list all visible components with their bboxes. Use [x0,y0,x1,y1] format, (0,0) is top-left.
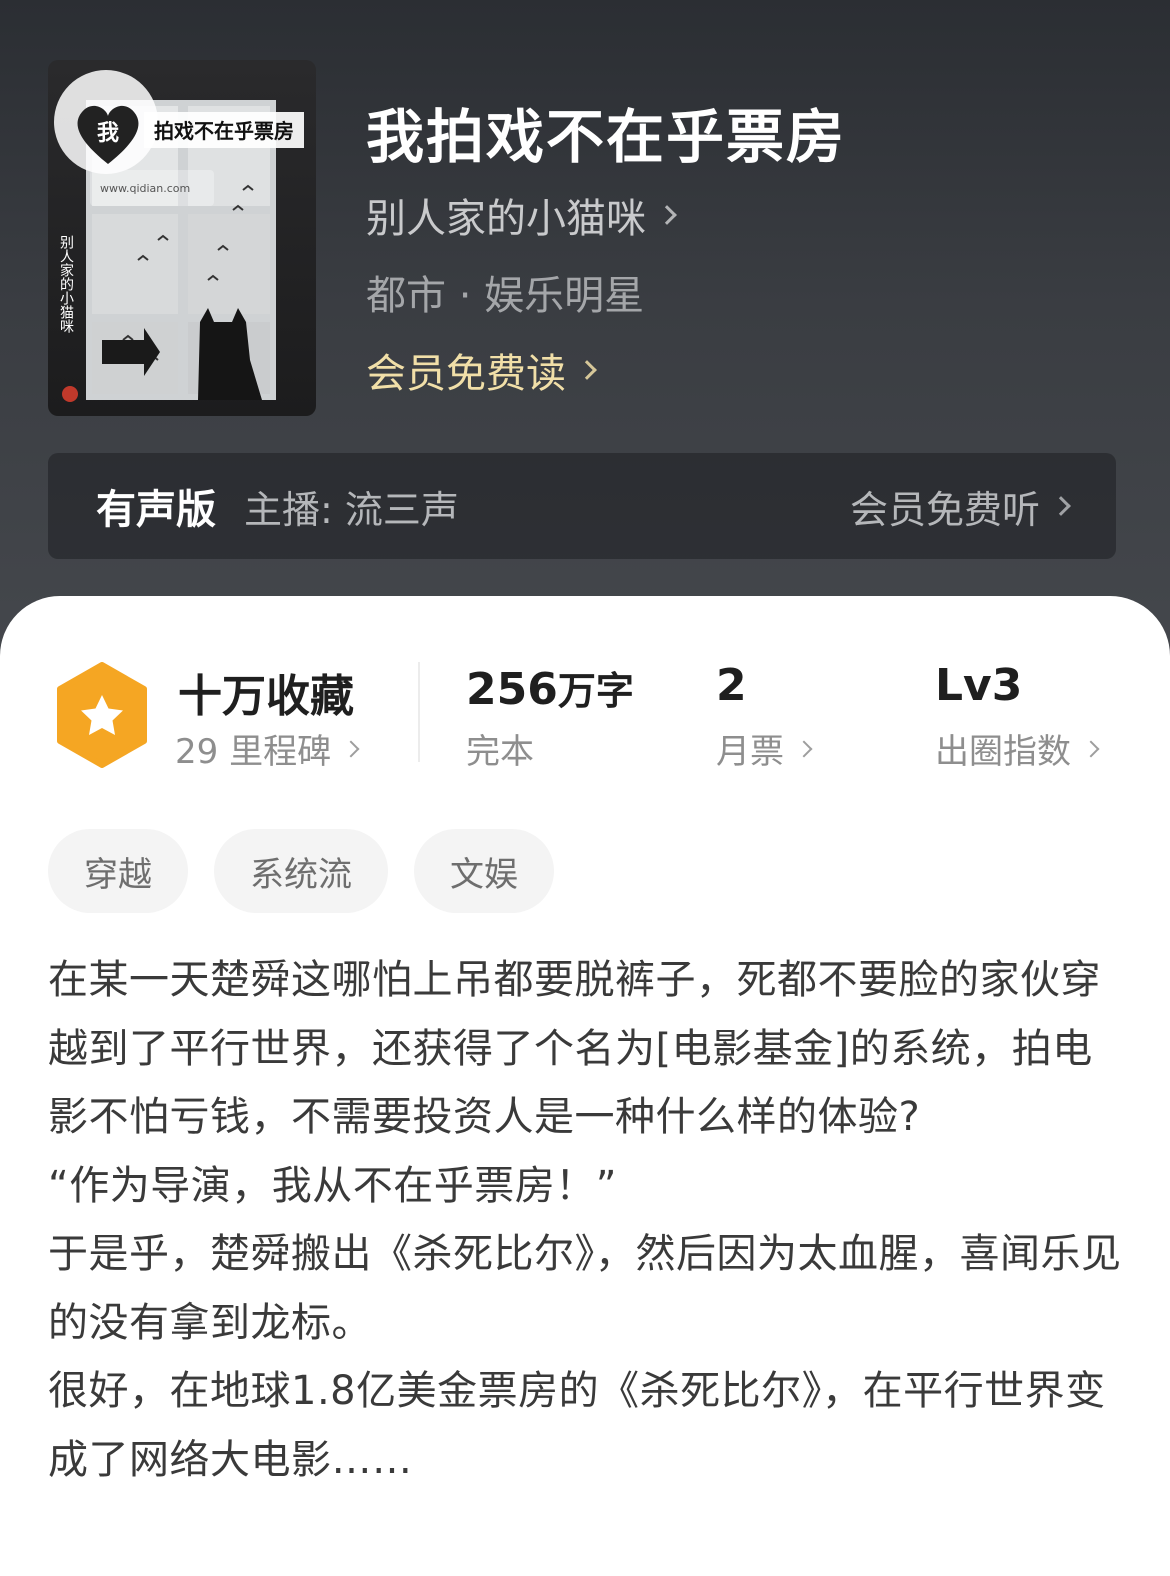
chevron-right-icon [342,740,360,757]
completion-status: 完本 [466,724,534,773]
vip-read-label: 会员免费读 [366,351,566,397]
genre-text: 都市 · 娱乐明星 [366,273,645,319]
author-name: 别人家的小猫咪 [366,196,646,242]
popularity-index-label: 出圈指数 [935,732,1071,772]
collection-count: 十万收藏 [178,671,354,722]
synopsis-paragraph: 在某一天楚舜这哪怕上吊都要脱裤子，死都不要脸的家伙穿越到了平行世界，还获得了个名… [48,957,1101,1140]
book-cover[interactable]: 我 拍戏不在乎票房 www.qidian.com 别人家的小猫咪 [48,60,316,416]
book-header: 我 拍戏不在乎票房 www.qidian.com 别人家的小猫咪 我拍戏不在乎票… [0,0,1170,680]
tag-chip[interactable]: 穿越 [48,829,188,913]
cover-url: www.qidian.com [100,182,190,195]
star-hexagon-icon [57,662,147,768]
synopsis[interactable]: 在某一天楚舜这哪怕上吊都要脱裤子，死都不要脸的家伙穿越到了平行世界，还获得了个名… [48,946,1128,1494]
word-count-unit: 万字 [557,669,634,713]
popularity-level: Lv3 [935,660,1023,711]
cover-author: 别人家的小猫咪 [58,235,74,333]
cover-heart-char: 我 [97,121,119,146]
milestone-link[interactable]: 29 里程碑 [175,724,360,773]
popularity-index-link[interactable]: 出圈指数 [935,724,1100,773]
cover-title: 拍戏不在乎票房 [154,119,294,143]
completion-label: 完本 [466,732,534,772]
synopsis-paragraph: 于是乎，楚舜搬出《杀死比尔》，然后因为太血腥，喜闻乐见的没有拿到龙标。 [48,1231,1122,1346]
monthly-ticket-count: 2 [716,660,747,711]
chevron-right-icon [1051,496,1071,516]
word-count-number: 256 [466,664,558,715]
chevron-right-icon [1082,740,1100,757]
book-title: 我拍戏不在乎票房 [366,103,847,171]
tag-chip[interactable]: 系统流 [214,829,388,913]
chevron-right-icon [577,360,597,380]
synopsis-paragraph: “作为导演，我从不在乎票房！” [48,1162,617,1209]
vip-listen-label: 会员免费听 [849,487,1040,532]
chevron-right-icon [657,205,677,225]
tag-chip[interactable]: 文娱 [414,829,554,913]
vip-listen-link[interactable]: 会员免费听 [849,479,1071,534]
vip-read-link[interactable]: 会员免费读 [366,341,597,399]
audio-host: 主播: 流三声 [244,487,459,532]
monthly-ticket-link[interactable]: 月票 [716,724,813,773]
cover-illustration: 我 拍戏不在乎票房 www.qidian.com 别人家的小猫咪 [54,70,304,402]
milestone-label: 29 里程碑 [175,732,332,772]
chevron-right-icon [795,740,813,757]
synopsis-paragraph: 很好，在地球1.8亿美金票房的《杀死比尔》，在平行世界变成了网络大电影…… [48,1368,1106,1483]
audio-version-bar[interactable]: 有声版 主播: 流三声 会员免费听 [48,453,1116,559]
author-link[interactable]: 别人家的小猫咪 [366,186,677,244]
tag-list: 穿越 系统流 文娱 [48,829,554,913]
genre-line: 都市 · 娱乐明星 [366,263,644,321]
stats-divider [418,662,420,762]
monthly-ticket-label: 月票 [716,732,784,772]
word-count: 256万字 [466,660,634,715]
audio-label: 有声版 [96,487,216,533]
stats-row: 十万收藏 29 里程碑 256万字 完本 2 月票 Lv3 出圈指数 [0,660,1170,773]
